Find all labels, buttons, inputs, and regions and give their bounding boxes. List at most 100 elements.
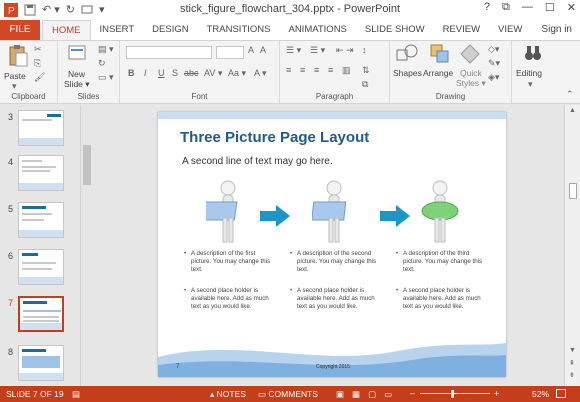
justify-icon[interactable]: ≡ bbox=[328, 65, 333, 75]
numbering-icon[interactable]: ☰ ▾ bbox=[310, 45, 325, 56]
description-text[interactable]: A description of the second picture. You… bbox=[290, 250, 382, 274]
slide-scrollbar[interactable]: ▲ ▼ ⇞ ⇟ bbox=[564, 105, 580, 386]
underline-button[interactable]: U bbox=[158, 68, 165, 78]
scroll-down-icon[interactable]: ▼ bbox=[569, 347, 576, 354]
notes-button[interactable]: ▴ NOTES bbox=[210, 389, 246, 400]
new-slide-label[interactable]: New bbox=[68, 69, 85, 79]
stick-figure-3[interactable] bbox=[418, 180, 462, 244]
text-direction-icon[interactable]: ⇅ bbox=[362, 65, 370, 76]
tab-transitions[interactable]: TRANSITIONS bbox=[198, 20, 280, 40]
tab-home[interactable]: HOME bbox=[42, 20, 91, 40]
shape-outline-icon[interactable]: ✎▾ bbox=[488, 58, 500, 69]
paste-dropdown-icon[interactable]: ▾ bbox=[12, 81, 17, 92]
align-left-icon[interactable]: ≡ bbox=[286, 65, 291, 75]
thumbnail-item[interactable]: 4 bbox=[0, 155, 82, 197]
shapes-icon[interactable] bbox=[396, 44, 418, 64]
thumbnail-item[interactable]: 5 bbox=[0, 202, 82, 244]
fit-slide-icon[interactable] bbox=[556, 389, 566, 398]
reset-icon[interactable]: ↻ bbox=[98, 58, 106, 69]
columns-icon[interactable]: ▥ bbox=[342, 65, 351, 76]
collapse-ribbon-icon[interactable]: ⌃ bbox=[566, 89, 574, 100]
description-text[interactable]: A description of the first picture. You … bbox=[184, 250, 276, 274]
maximize-icon[interactable]: ☐ bbox=[545, 1, 555, 14]
tab-insert[interactable]: INSERT bbox=[91, 20, 144, 40]
align-center-icon[interactable]: ≡ bbox=[300, 65, 305, 75]
zoom-slider-knob[interactable] bbox=[451, 390, 454, 398]
cut-icon[interactable]: ✂ bbox=[34, 44, 42, 55]
previous-slide-icon[interactable]: ⇞ bbox=[569, 359, 575, 367]
arrange-icon[interactable] bbox=[430, 44, 450, 64]
smartart-icon[interactable]: ⧉ bbox=[362, 79, 368, 90]
second-placeholder-text[interactable]: A second place holder is available here.… bbox=[396, 287, 488, 311]
slide-thumbnail[interactable] bbox=[18, 155, 64, 191]
close-icon[interactable]: ✕ bbox=[567, 1, 576, 14]
tab-slide-show[interactable]: SLIDE SHOW bbox=[356, 20, 434, 40]
spelling-icon[interactable]: ▤ bbox=[72, 389, 80, 400]
slide-subtitle[interactable]: A second line of text may go here. bbox=[182, 156, 333, 167]
tab-animations[interactable]: ANIMATIONS bbox=[279, 20, 355, 40]
thumbnail-item-selected[interactable]: 7 bbox=[0, 296, 82, 338]
bullets-icon[interactable]: ☰ ▾ bbox=[286, 45, 301, 56]
editing-label[interactable]: Editing bbox=[516, 68, 542, 78]
slide-thumbnail-selected[interactable] bbox=[18, 296, 64, 332]
font-size-dropdown[interactable] bbox=[216, 46, 244, 59]
shape-fill-icon[interactable]: ◇▾ bbox=[488, 44, 499, 55]
line-spacing-icon[interactable]: ↕ bbox=[362, 45, 367, 55]
thumbnail-item[interactable]: 3 bbox=[0, 110, 82, 152]
editing-dropdown-icon[interactable]: ▾ bbox=[528, 79, 533, 90]
shapes-label[interactable]: Shapes bbox=[393, 68, 422, 78]
indent-icon[interactable]: ⇤ ⇥ bbox=[336, 45, 354, 56]
align-right-icon[interactable]: ≡ bbox=[314, 65, 319, 75]
quick-styles-icon[interactable] bbox=[460, 44, 480, 64]
zoom-slider[interactable] bbox=[420, 393, 490, 394]
slide-thumbnail[interactable] bbox=[18, 110, 64, 146]
font-name-dropdown[interactable] bbox=[126, 46, 212, 59]
font-color-button[interactable]: A ▾ bbox=[254, 68, 267, 79]
tab-file[interactable]: FILE bbox=[0, 20, 40, 40]
comments-button[interactable]: ▭ COMMENTS bbox=[258, 389, 318, 400]
second-placeholder-text[interactable]: A second place holder is available here.… bbox=[184, 287, 276, 311]
scroll-up-icon[interactable]: ▲ bbox=[569, 107, 576, 114]
slide-sorter-icon[interactable]: ▦ bbox=[352, 389, 360, 400]
shape-effects-icon[interactable]: ◈▾ bbox=[488, 72, 499, 83]
zoom-in-button[interactable]: + bbox=[494, 388, 499, 398]
paste-label[interactable]: Paste bbox=[4, 71, 26, 81]
character-spacing-button[interactable]: AV ▾ bbox=[204, 68, 222, 79]
slide-thumbnail[interactable] bbox=[18, 345, 64, 381]
layout-icon[interactable]: ▤ ▾ bbox=[98, 44, 114, 55]
thumbnail-item[interactable]: 8 bbox=[0, 345, 82, 386]
stick-figure-2[interactable] bbox=[312, 180, 356, 244]
quick-styles-label[interactable]: Quick bbox=[460, 68, 482, 78]
slide-title[interactable]: Three Picture Page Layout bbox=[180, 129, 369, 146]
description-text[interactable]: A description of the third picture. You … bbox=[396, 250, 488, 274]
stick-figure-1[interactable] bbox=[206, 180, 250, 244]
bold-button[interactable]: B bbox=[128, 68, 135, 78]
paste-icon[interactable] bbox=[8, 44, 28, 68]
binoculars-icon[interactable] bbox=[524, 44, 542, 62]
slide-thumbnail[interactable] bbox=[18, 202, 64, 238]
tab-review[interactable]: REVIEW bbox=[434, 20, 489, 40]
reading-view-icon[interactable]: ▢ bbox=[368, 389, 376, 400]
copy-icon[interactable]: ⎘ bbox=[34, 58, 41, 69]
section-icon[interactable]: ▭ ▾ bbox=[98, 72, 114, 83]
arrange-label[interactable]: Arrange bbox=[423, 68, 453, 78]
format-painter-icon[interactable]: 🖌 bbox=[34, 72, 45, 83]
second-placeholder-text[interactable]: A second place holder is available here.… bbox=[290, 287, 382, 311]
thumbnail-scrollbar[interactable] bbox=[80, 105, 92, 386]
help-icon[interactable]: ? bbox=[484, 1, 490, 14]
thumbnail-item[interactable]: 6 bbox=[0, 249, 82, 291]
sign-in-link[interactable]: Sign in bbox=[541, 24, 572, 35]
shrink-font-icon[interactable]: A bbox=[260, 45, 266, 55]
tab-design[interactable]: DESIGN bbox=[143, 20, 197, 40]
scroll-thumb[interactable] bbox=[569, 183, 577, 199]
quick-styles-label-2[interactable]: Styles ▾ bbox=[456, 78, 486, 89]
slideshow-view-icon[interactable]: ▭ bbox=[384, 389, 392, 400]
ribbon-display-icon[interactable]: ⧉ bbox=[502, 1, 510, 14]
italic-button[interactable]: I bbox=[144, 68, 147, 78]
minimize-icon[interactable]: — bbox=[522, 1, 533, 14]
strikethrough-button[interactable]: abc bbox=[184, 68, 199, 78]
shadow-button[interactable]: S bbox=[172, 68, 178, 78]
next-slide-icon[interactable]: ⇟ bbox=[569, 371, 575, 379]
zoom-level[interactable]: 52% bbox=[532, 389, 549, 399]
normal-view-icon[interactable]: ▣ bbox=[336, 389, 344, 400]
